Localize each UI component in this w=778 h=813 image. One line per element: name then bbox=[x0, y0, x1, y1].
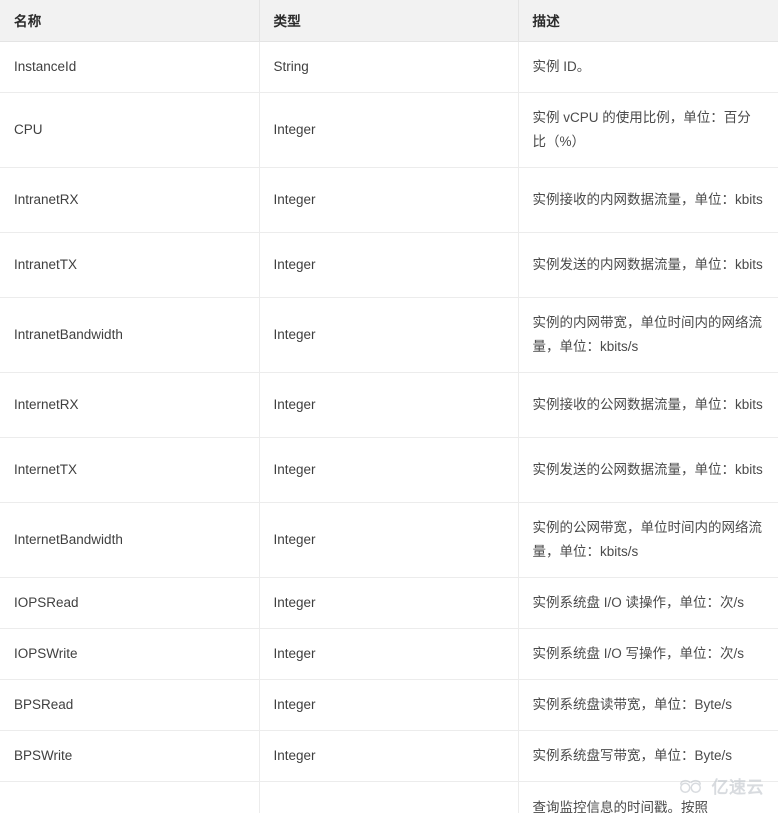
cell-parameter-name: IntranetBandwidth bbox=[0, 297, 260, 373]
table-header: 名称 类型 描述 bbox=[0, 0, 778, 42]
description-text-before-link: 查询监控信息的时间戳。按照 bbox=[532, 799, 709, 813]
cell-parameter-description: 实例系统盘 I/O 写操作，单位：次/s bbox=[518, 628, 778, 680]
cell-parameter-name: BPSRead bbox=[0, 679, 260, 731]
table-header-row: 名称 类型 描述 bbox=[0, 0, 778, 42]
table-row: InternetBandwidth Integer 实例的公网带宽，单位时间内的网络… bbox=[0, 502, 778, 578]
table-row: IntranetTX Integer 实例发送的内网数据流量，单位：kbits bbox=[0, 232, 778, 298]
cell-parameter-description: 实例发送的内网数据流量，单位：kbits bbox=[518, 232, 778, 298]
cell-parameter-name: InternetRX bbox=[0, 372, 260, 438]
cell-parameter-description: 实例的内网带宽，单位时间内的网络流量，单位：kbits/s bbox=[518, 297, 778, 373]
cell-parameter-description: 实例接收的公网数据流量，单位：kbits bbox=[518, 372, 778, 438]
column-header-name: 名称 bbox=[0, 0, 260, 42]
table-body: InstanceId String 实例 ID。 CPU Integer 实例 vCPU … bbox=[0, 41, 778, 813]
cell-parameter-type: Integer bbox=[259, 730, 519, 782]
cell-parameter-type: Integer bbox=[259, 577, 519, 629]
cell-parameter-description: 实例 vCPU 的使用比例，单位：百分比（%） bbox=[518, 92, 778, 168]
cell-parameter-type: Integer bbox=[259, 232, 519, 298]
cell-parameter-type: Integer bbox=[259, 372, 519, 438]
table-row: BPSRead Integer 实例系统盘读带宽，单位：Byte/s bbox=[0, 679, 778, 731]
cell-parameter-description: 实例的公网带宽，单位时间内的网络流量，单位：kbits/s bbox=[518, 502, 778, 578]
cell-parameter-type: Integer bbox=[259, 502, 519, 578]
cell-parameter-type: Integer bbox=[259, 679, 519, 731]
cell-parameter-description: 查询监控信息的时间戳。按照 ISO8601 标准表示，并使用 UTC 时间，格式… bbox=[518, 781, 778, 813]
table-row: InternetRX Integer 实例接收的公网数据流量，单位：kbits bbox=[0, 372, 778, 438]
cell-parameter-name: IOPSWrite bbox=[0, 628, 260, 680]
cell-parameter-type: String bbox=[259, 781, 519, 813]
table-row: IOPSRead Integer 实例系统盘 I/O 读操作，单位：次/s bbox=[0, 577, 778, 629]
cell-parameter-name: IOPSRead bbox=[0, 577, 260, 629]
table-row: CPU Integer 实例 vCPU 的使用比例，单位：百分比（%） bbox=[0, 92, 778, 168]
table-row: IOPSWrite Integer 实例系统盘 I/O 写操作，单位：次/s bbox=[0, 628, 778, 680]
column-header-type: 类型 bbox=[259, 0, 519, 42]
cell-parameter-type: String bbox=[259, 41, 519, 93]
document-page: 名称 类型 描述 InstanceId String 实例 ID。 CPU Intege… bbox=[0, 0, 778, 813]
table-row: IntranetBandwidth Integer 实例的内网带宽，单位时间内的网络… bbox=[0, 297, 778, 373]
cell-parameter-description: 实例发送的公网数据流量，单位：kbits bbox=[518, 437, 778, 503]
cell-parameter-type: Integer bbox=[259, 167, 519, 233]
cell-parameter-name: BPSWrite bbox=[0, 730, 260, 782]
cell-parameter-description: 实例 ID。 bbox=[518, 41, 778, 93]
table-row: InstanceId String 实例 ID。 bbox=[0, 41, 778, 93]
table-row: TimeStampString查询监控信息的时间戳。按照 ISO8601 标准表… bbox=[0, 781, 778, 813]
cell-parameter-name: InstanceId bbox=[0, 41, 260, 93]
cell-parameter-description: 实例接收的内网数据流量，单位：kbits bbox=[518, 167, 778, 233]
cell-parameter-name: IntranetRX bbox=[0, 167, 260, 233]
column-header-desc: 描述 bbox=[518, 0, 778, 42]
cell-parameter-type: Integer bbox=[259, 437, 519, 503]
cell-parameter-type: Integer bbox=[259, 297, 519, 373]
cell-parameter-type: Integer bbox=[259, 628, 519, 680]
cell-parameter-type: Integer bbox=[259, 92, 519, 168]
cell-parameter-name: CPU bbox=[0, 92, 260, 168]
cell-parameter-description: 实例系统盘 I/O 读操作，单位：次/s bbox=[518, 577, 778, 629]
cell-parameter-name: InternetBandwidth bbox=[0, 502, 260, 578]
table-row: BPSWrite Integer 实例系统盘写带宽，单位：Byte/s bbox=[0, 730, 778, 782]
table-row: IntranetRX Integer 实例接收的内网数据流量，单位：kbits bbox=[0, 167, 778, 233]
cell-parameter-name: TimeStamp bbox=[0, 781, 260, 813]
cell-parameter-name: IntranetTX bbox=[0, 232, 260, 298]
cell-parameter-description: 实例系统盘读带宽，单位：Byte/s bbox=[518, 679, 778, 731]
response-parameters-table: 名称 类型 描述 InstanceId String 实例 ID。 CPU Intege… bbox=[0, 0, 778, 813]
cell-parameter-description: 实例系统盘写带宽，单位：Byte/s bbox=[518, 730, 778, 782]
cell-parameter-name: InternetTX bbox=[0, 437, 260, 503]
table-row: InternetTX Integer 实例发送的公网数据流量，单位：kbits bbox=[0, 437, 778, 503]
